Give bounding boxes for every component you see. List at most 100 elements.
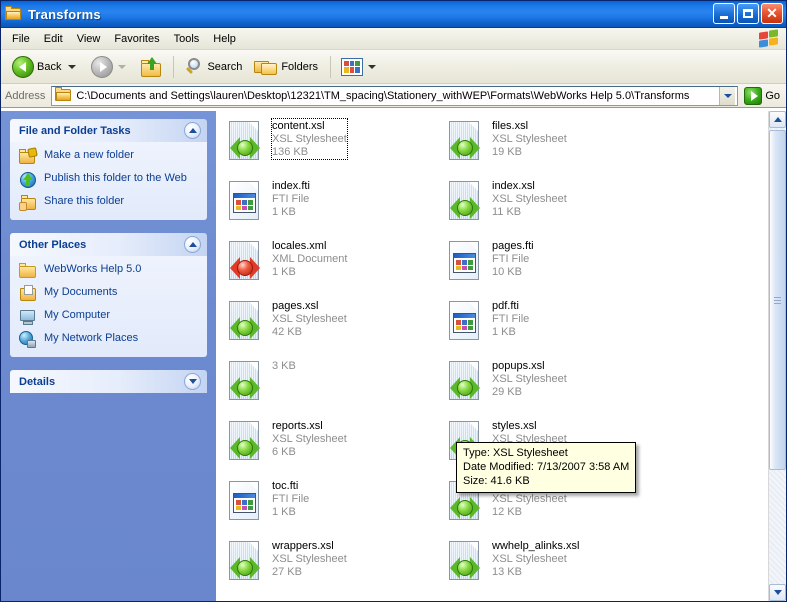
go-label: Go	[765, 90, 780, 102]
panel-header[interactable]: File and Folder Tasks	[10, 119, 207, 142]
file-item[interactable]: content.xslXSL Stylesheet136 KB	[220, 117, 440, 177]
maximize-button[interactable]	[737, 3, 759, 24]
scrollbar-track[interactable]	[769, 128, 786, 584]
close-button[interactable]: ✕	[761, 3, 783, 24]
panel-body: Make a new folder Publish this folder to…	[10, 142, 207, 220]
title-bar[interactable]: Transforms ✕	[1, 1, 786, 28]
menu-help[interactable]: Help	[206, 31, 243, 47]
fti-file-icon	[444, 299, 486, 346]
file-name: content.xsl	[272, 120, 347, 133]
menu-file[interactable]: File	[5, 31, 37, 47]
panel-file-and-folder-tasks: File and Folder Tasks Make a new folder	[10, 119, 207, 220]
file-item[interactable]: wwhelp_books.xslXSL Stylesheet	[220, 597, 440, 601]
menu-edit[interactable]: Edit	[37, 31, 70, 47]
file-item[interactable]: files.xslXSL Stylesheet19 KB	[440, 117, 660, 177]
chevron-down-icon[interactable]	[184, 373, 201, 390]
scrollbar-thumb[interactable]	[769, 130, 786, 470]
folders-button[interactable]: Folders	[249, 53, 325, 81]
sidebar-item-my-documents[interactable]: My Documents	[19, 285, 200, 303]
file-size: 29 KB	[492, 386, 660, 399]
file-type: XSL Stylesheet	[492, 193, 660, 206]
file-item[interactable]: wrappers.xslXSL Stylesheet27 KB	[220, 537, 440, 597]
file-text: pdf.ftiFTI File1 KB	[492, 299, 660, 339]
up-button[interactable]	[136, 53, 168, 81]
panel-header[interactable]: Other Places	[10, 233, 207, 256]
file-item[interactable]: reports.xslXSL Stylesheet6 KB	[220, 417, 440, 477]
file-item[interactable]: toc.ftiFTI File1 KB	[220, 477, 440, 537]
sidebar-item-make-new-folder[interactable]: Make a new folder	[19, 148, 200, 166]
xml-file-icon	[224, 239, 266, 286]
file-name: pages.xsl	[272, 300, 440, 313]
menu-tools[interactable]: Tools	[167, 31, 207, 47]
sidebar-item-my-computer[interactable]: My Computer	[19, 308, 200, 326]
address-input[interactable]: C:\Documents and Settings\lauren\Desktop…	[51, 86, 738, 106]
file-item[interactable]: index.ftiFTI File1 KB	[220, 177, 440, 237]
file-item[interactable]: pages.ftiFTI File10 KB	[440, 237, 660, 297]
back-dropdown-icon[interactable]	[68, 65, 76, 69]
go-button[interactable]: Go	[742, 87, 786, 105]
xsl-file-icon	[224, 119, 266, 166]
file-type: XSL Stylesheet	[492, 553, 660, 566]
back-button[interactable]: Back	[7, 53, 86, 81]
menu-bar: File Edit View Favorites Tools Help	[1, 28, 786, 50]
file-item[interactable]: locales.xmlXML Document1 KB	[220, 237, 440, 297]
file-item[interactable]: wwhelp_context.xslXSL Stylesheet	[440, 597, 660, 601]
scroll-up-button[interactable]	[769, 111, 786, 128]
file-size: 3 KB	[272, 360, 440, 373]
publish-web-icon	[19, 171, 39, 189]
fti-file-icon	[444, 239, 486, 286]
panel-header[interactable]: Details	[10, 370, 207, 393]
file-size: 13 KB	[492, 566, 660, 579]
panel-title: Details	[19, 376, 184, 388]
sidebar-item-my-network-places[interactable]: My Network Places	[19, 331, 200, 349]
minimize-button[interactable]	[713, 3, 735, 24]
panel-body: WebWorks Help 5.0 My Documents My Comput…	[10, 256, 207, 357]
folder-icon	[55, 89, 72, 102]
file-name: wwhelp_books.xsl	[272, 600, 440, 601]
forward-button[interactable]	[86, 53, 136, 81]
address-dropdown-button[interactable]	[719, 87, 735, 105]
file-text: wrappers.xslXSL Stylesheet27 KB	[272, 539, 440, 579]
chevron-up-icon[interactable]	[184, 236, 201, 253]
file-size: 136 KB	[272, 146, 347, 159]
file-type: FTI File	[492, 253, 660, 266]
sidebar-item-webworks-help[interactable]: WebWorks Help 5.0	[19, 262, 200, 280]
forward-dropdown-icon[interactable]	[118, 65, 126, 69]
file-type: FTI File	[492, 313, 660, 326]
file-text: reports.xslXSL Stylesheet6 KB	[272, 419, 440, 459]
file-item[interactable]: pdf.ftiFTI File1 KB	[440, 297, 660, 357]
menu-view[interactable]: View	[70, 31, 108, 47]
xsl-file-icon	[224, 599, 266, 601]
address-bar: Address C:\Documents and Settings\lauren…	[1, 84, 786, 108]
vertical-scrollbar[interactable]	[768, 111, 786, 601]
views-button[interactable]	[336, 53, 386, 81]
file-item[interactable]: index.xslXSL Stylesheet11 KB	[440, 177, 660, 237]
file-list: content.xslXSL Stylesheet136 KBfiles.xsl…	[216, 111, 768, 601]
panel-title: Other Places	[19, 239, 184, 251]
search-button[interactable]: Search	[179, 53, 249, 81]
file-type: FTI File	[272, 193, 440, 206]
sidebar-item-share-folder[interactable]: Share this folder	[19, 194, 200, 212]
file-item[interactable]: popups.xslXSL Stylesheet29 KB	[440, 357, 660, 417]
file-type: XSL Stylesheet	[272, 133, 347, 146]
sidebar-item-label: My Documents	[44, 285, 117, 299]
views-dropdown-icon[interactable]	[368, 65, 376, 69]
new-folder-icon	[19, 148, 39, 166]
explorer-window: Transforms ✕ File Edit View Favorites To…	[0, 0, 787, 602]
file-name: index.fti	[272, 180, 440, 193]
file-text: wwhelp_context.xslXSL Stylesheet	[492, 599, 660, 601]
file-item[interactable]: pages.xslXSL Stylesheet42 KB	[220, 297, 440, 357]
file-name: files.xsl	[492, 120, 660, 133]
file-item[interactable]: 3 KB	[220, 357, 440, 417]
tooltip-type: Type: XSL Stylesheet	[463, 446, 629, 460]
file-item[interactable]: wwhelp_alinks.xslXSL Stylesheet13 KB	[440, 537, 660, 597]
sidebar-item-label: Publish this folder to the Web	[44, 171, 187, 185]
chevron-up-icon[interactable]	[184, 122, 201, 139]
file-type: XML Document	[272, 253, 440, 266]
file-size: 19 KB	[492, 146, 660, 159]
menu-favorites[interactable]: Favorites	[107, 31, 166, 47]
sidebar-item-publish-to-web[interactable]: Publish this folder to the Web	[19, 171, 200, 189]
toolbar-separator	[330, 56, 331, 78]
scroll-down-button[interactable]	[769, 584, 786, 601]
file-text: wwhelp_books.xslXSL Stylesheet	[272, 599, 440, 601]
